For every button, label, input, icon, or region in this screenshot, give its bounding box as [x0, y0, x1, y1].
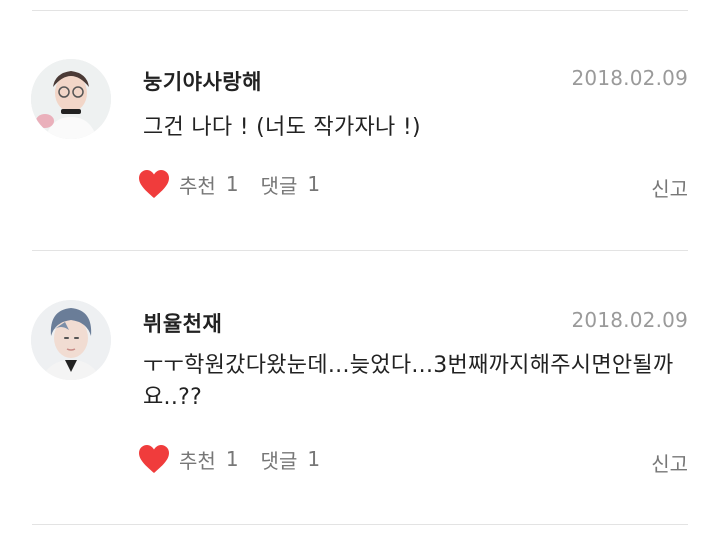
avatar[interactable] — [31, 59, 111, 139]
avatar-photo — [31, 59, 111, 139]
heart-icon — [139, 170, 169, 198]
avatar-photo — [31, 300, 111, 380]
comment-item: 뷔율천재 2018.02.09 ㅜㅜ학원갔다왔눈데...늦었다...3번째까지해… — [0, 250, 720, 490]
like-button[interactable]: 추천 1 — [137, 444, 239, 474]
like-button[interactable]: 추천 1 — [137, 169, 239, 199]
reply-count: 1 — [307, 172, 321, 196]
comment-body: 그건 나다 ! (너도 작가자나 !) — [143, 115, 421, 140]
reply-label: 댓글 — [260, 448, 298, 473]
comment-body: ㅜㅜ학원갔다왔눈데...늦었다...3번째까지해주시면안될까요..?? — [143, 353, 674, 410]
reply-button[interactable]: 댓글 1 — [261, 170, 321, 199]
comment-author[interactable]: 뷔율천재 — [143, 308, 222, 338]
reply-button[interactable]: 댓글 1 — [261, 445, 321, 474]
like-label: 추천 — [179, 173, 216, 198]
reply-label: 댓글 — [260, 173, 298, 198]
like-count: 1 — [225, 447, 239, 471]
comment-item: 눙기야사랑해 2018.02.09 그건 나다 ! (너도 작가자나 !) 추천… — [0, 10, 720, 250]
like-label: 추천 — [179, 448, 216, 473]
comment-actions: 추천 1 댓글 1 — [137, 169, 320, 199]
report-button[interactable]: 신고 — [651, 448, 688, 477]
comment-date: 2018.02.09 — [571, 308, 688, 332]
heart-icon — [139, 445, 169, 473]
like-count: 1 — [225, 172, 239, 196]
report-button[interactable]: 신고 — [651, 173, 688, 202]
comment-actions: 추천 1 댓글 1 — [137, 444, 320, 474]
reply-count: 1 — [307, 447, 321, 471]
comment-date: 2018.02.09 — [571, 66, 688, 90]
comment-author[interactable]: 눙기야사랑해 — [143, 66, 262, 96]
divider-bottom — [32, 524, 688, 525]
avatar[interactable] — [31, 300, 111, 380]
